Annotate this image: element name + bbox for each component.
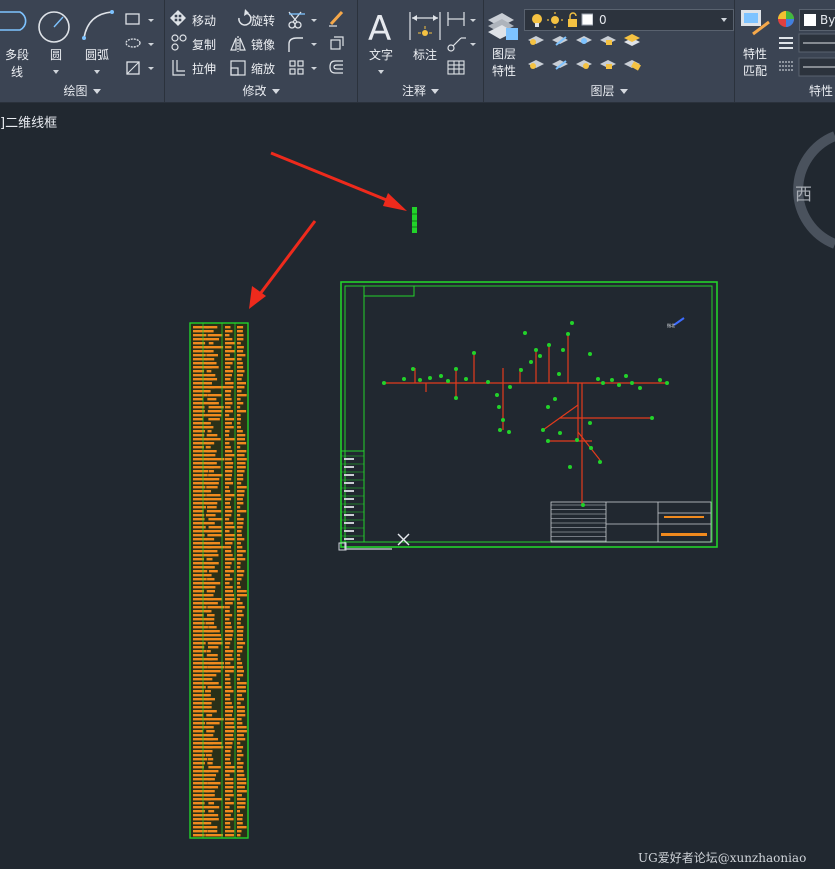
north-arrow-icon: 指北 bbox=[667, 317, 685, 328]
long-table-object[interactable] bbox=[189, 322, 249, 839]
watermark-text: UG爱好者论坛@xunzhaoniao bbox=[638, 851, 807, 865]
title-block-rows bbox=[551, 504, 707, 542]
svg-text:指北: 指北 bbox=[667, 322, 675, 328]
sheet-side-table bbox=[341, 455, 364, 540]
drawing-sheet[interactable] bbox=[340, 281, 718, 548]
drawing-canvas[interactable]: 指北 bbox=[0, 0, 835, 869]
selected-small-table[interactable] bbox=[412, 207, 417, 233]
pipeline-network[interactable] bbox=[382, 321, 669, 507]
annotation-arrow-1 bbox=[270, 151, 407, 211]
annotation-arrow-2 bbox=[249, 220, 317, 309]
